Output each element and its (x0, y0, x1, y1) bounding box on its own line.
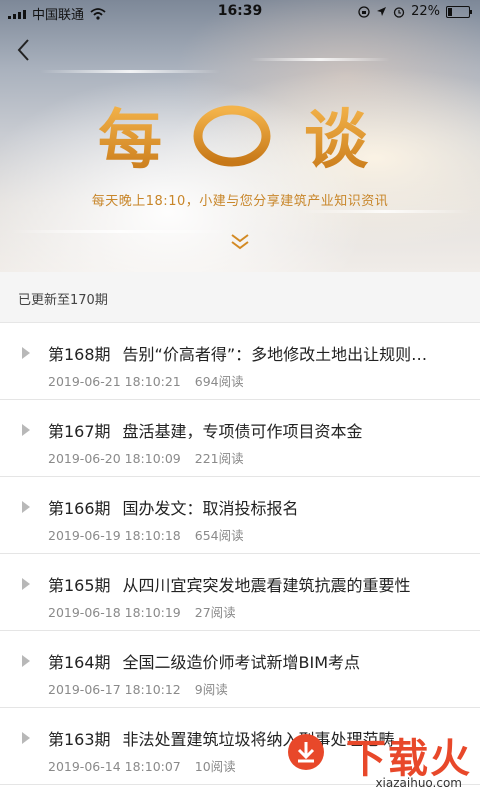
episode-item[interactable]: 第168期 告别“价高者得”：多地修改土地出让规则… 2019-06-21 18:1… (0, 323, 480, 400)
logo: 每 谈 (98, 104, 369, 178)
episode-title-row: 第166期 国办发文：取消投标报名 (48, 495, 468, 519)
orientation-lock-icon (358, 5, 370, 18)
episode-views: 9阅读 (194, 682, 228, 697)
play-icon (22, 732, 30, 744)
episode-title: 全国二级造价师考试新增BIM考点 (122, 653, 361, 672)
episode-views: 694阅读 (194, 374, 244, 389)
episode-meta: 2019-06-19 18:10:18 654阅读 (48, 525, 244, 544)
episode-date: 2019-06-20 18:10:09 (48, 451, 181, 466)
episode-meta: 2019-06-21 18:10:21 694阅读 (48, 371, 244, 390)
watermark-url: xiazaihuo.com (375, 776, 462, 790)
svg-text:每: 每 (98, 104, 162, 178)
location-icon (377, 7, 387, 16)
play-icon (22, 655, 30, 667)
episode-title-row: 第165期 从四川宜宾突发地震看建筑抗震的重要性 (48, 572, 468, 596)
play-icon (22, 501, 30, 513)
alarm-icon (393, 6, 405, 18)
episode-item[interactable]: 第164期 全国二级造价师考试新增BIM考点 2019-06-17 18:10:12… (0, 631, 480, 708)
episode-date: 2019-06-19 18:10:18 (48, 528, 181, 543)
episode-date: 2019-06-14 18:10:07 (48, 759, 181, 774)
episode-title: 国办发文：取消投标报名 (122, 499, 299, 518)
episode-number: 第165期 (48, 576, 111, 595)
status-bar: 中国联通 16:39 22% (0, 0, 480, 24)
episode-title-row: 第168期 告别“价高者得”：多地修改土地出让规则… (48, 341, 468, 365)
episode-item[interactable]: 第167期 盘活基建，专项债可作项目资本金 2019-06-20 18:10:09 2… (0, 400, 480, 477)
back-button[interactable] (10, 36, 36, 64)
episode-number: 第168期 (48, 345, 111, 364)
battery-icon (446, 5, 472, 18)
episode-meta: 2019-06-17 18:10:12 9阅读 (48, 679, 228, 698)
episode-meta: 2019-06-18 18:10:19 27阅读 (48, 602, 236, 621)
episode-views: 654阅读 (194, 528, 244, 543)
watermark-logo-icon (288, 734, 324, 770)
episode-item[interactable]: 第166期 国办发文：取消投标报名 2019-06-19 18:10:18 654阅读 (0, 477, 480, 554)
episode-views: 27阅读 (194, 605, 236, 620)
episode-list: 第168期 告别“价高者得”：多地修改土地出让规则… 2019-06-21 18:1… (0, 323, 480, 785)
episode-number: 第164期 (48, 653, 111, 672)
episode-date: 2019-06-18 18:10:19 (48, 605, 181, 620)
episode-number: 第166期 (48, 499, 111, 518)
episode-date: 2019-06-21 18:10:21 (48, 374, 181, 389)
episode-number: 第163期 (48, 730, 111, 749)
header-banner: 中国联通 16:39 22% 每 谈 每天晚上18:10，小建与您分享建筑产业知… (0, 0, 480, 272)
header-subtitle: 每天晚上18:10，小建与您分享建筑产业知识资讯 (91, 194, 389, 209)
svg-text:谈: 谈 (304, 104, 369, 178)
chevron-left-icon (17, 39, 29, 61)
episode-title: 告别“价高者得”：多地修改土地出让规则… (122, 345, 428, 364)
chevron-down-icon[interactable] (228, 232, 252, 252)
battery-percent: 22% (411, 4, 440, 19)
episode-date: 2019-06-17 18:10:12 (48, 682, 181, 697)
episode-views: 10阅读 (194, 759, 236, 774)
episode-title-row: 第164期 全国二级造价师考试新增BIM考点 (48, 649, 468, 673)
episode-meta: 2019-06-14 18:10:07 10阅读 (48, 756, 236, 775)
update-count-label: 已更新至170期 (18, 293, 108, 308)
episode-meta: 2019-06-20 18:10:09 221阅读 (48, 448, 244, 467)
episode-title: 从四川宜宾突发地震看建筑抗震的重要性 (122, 576, 411, 595)
episode-views: 221阅读 (194, 451, 244, 466)
episode-number: 第167期 (48, 422, 111, 441)
episode-item[interactable]: 第165期 从四川宜宾突发地震看建筑抗震的重要性 2019-06-18 18:10:… (0, 554, 480, 631)
watermark: 下载火 xiazaihuo.com (262, 722, 472, 800)
play-icon (22, 424, 30, 436)
episode-title-row: 第167期 盘活基建，专项债可作项目资本金 (48, 418, 468, 442)
update-bar: 已更新至170期 (0, 272, 480, 323)
play-icon (22, 578, 30, 590)
play-icon (22, 347, 30, 359)
episode-title: 盘活基建，专项债可作项目资本金 (122, 422, 363, 441)
